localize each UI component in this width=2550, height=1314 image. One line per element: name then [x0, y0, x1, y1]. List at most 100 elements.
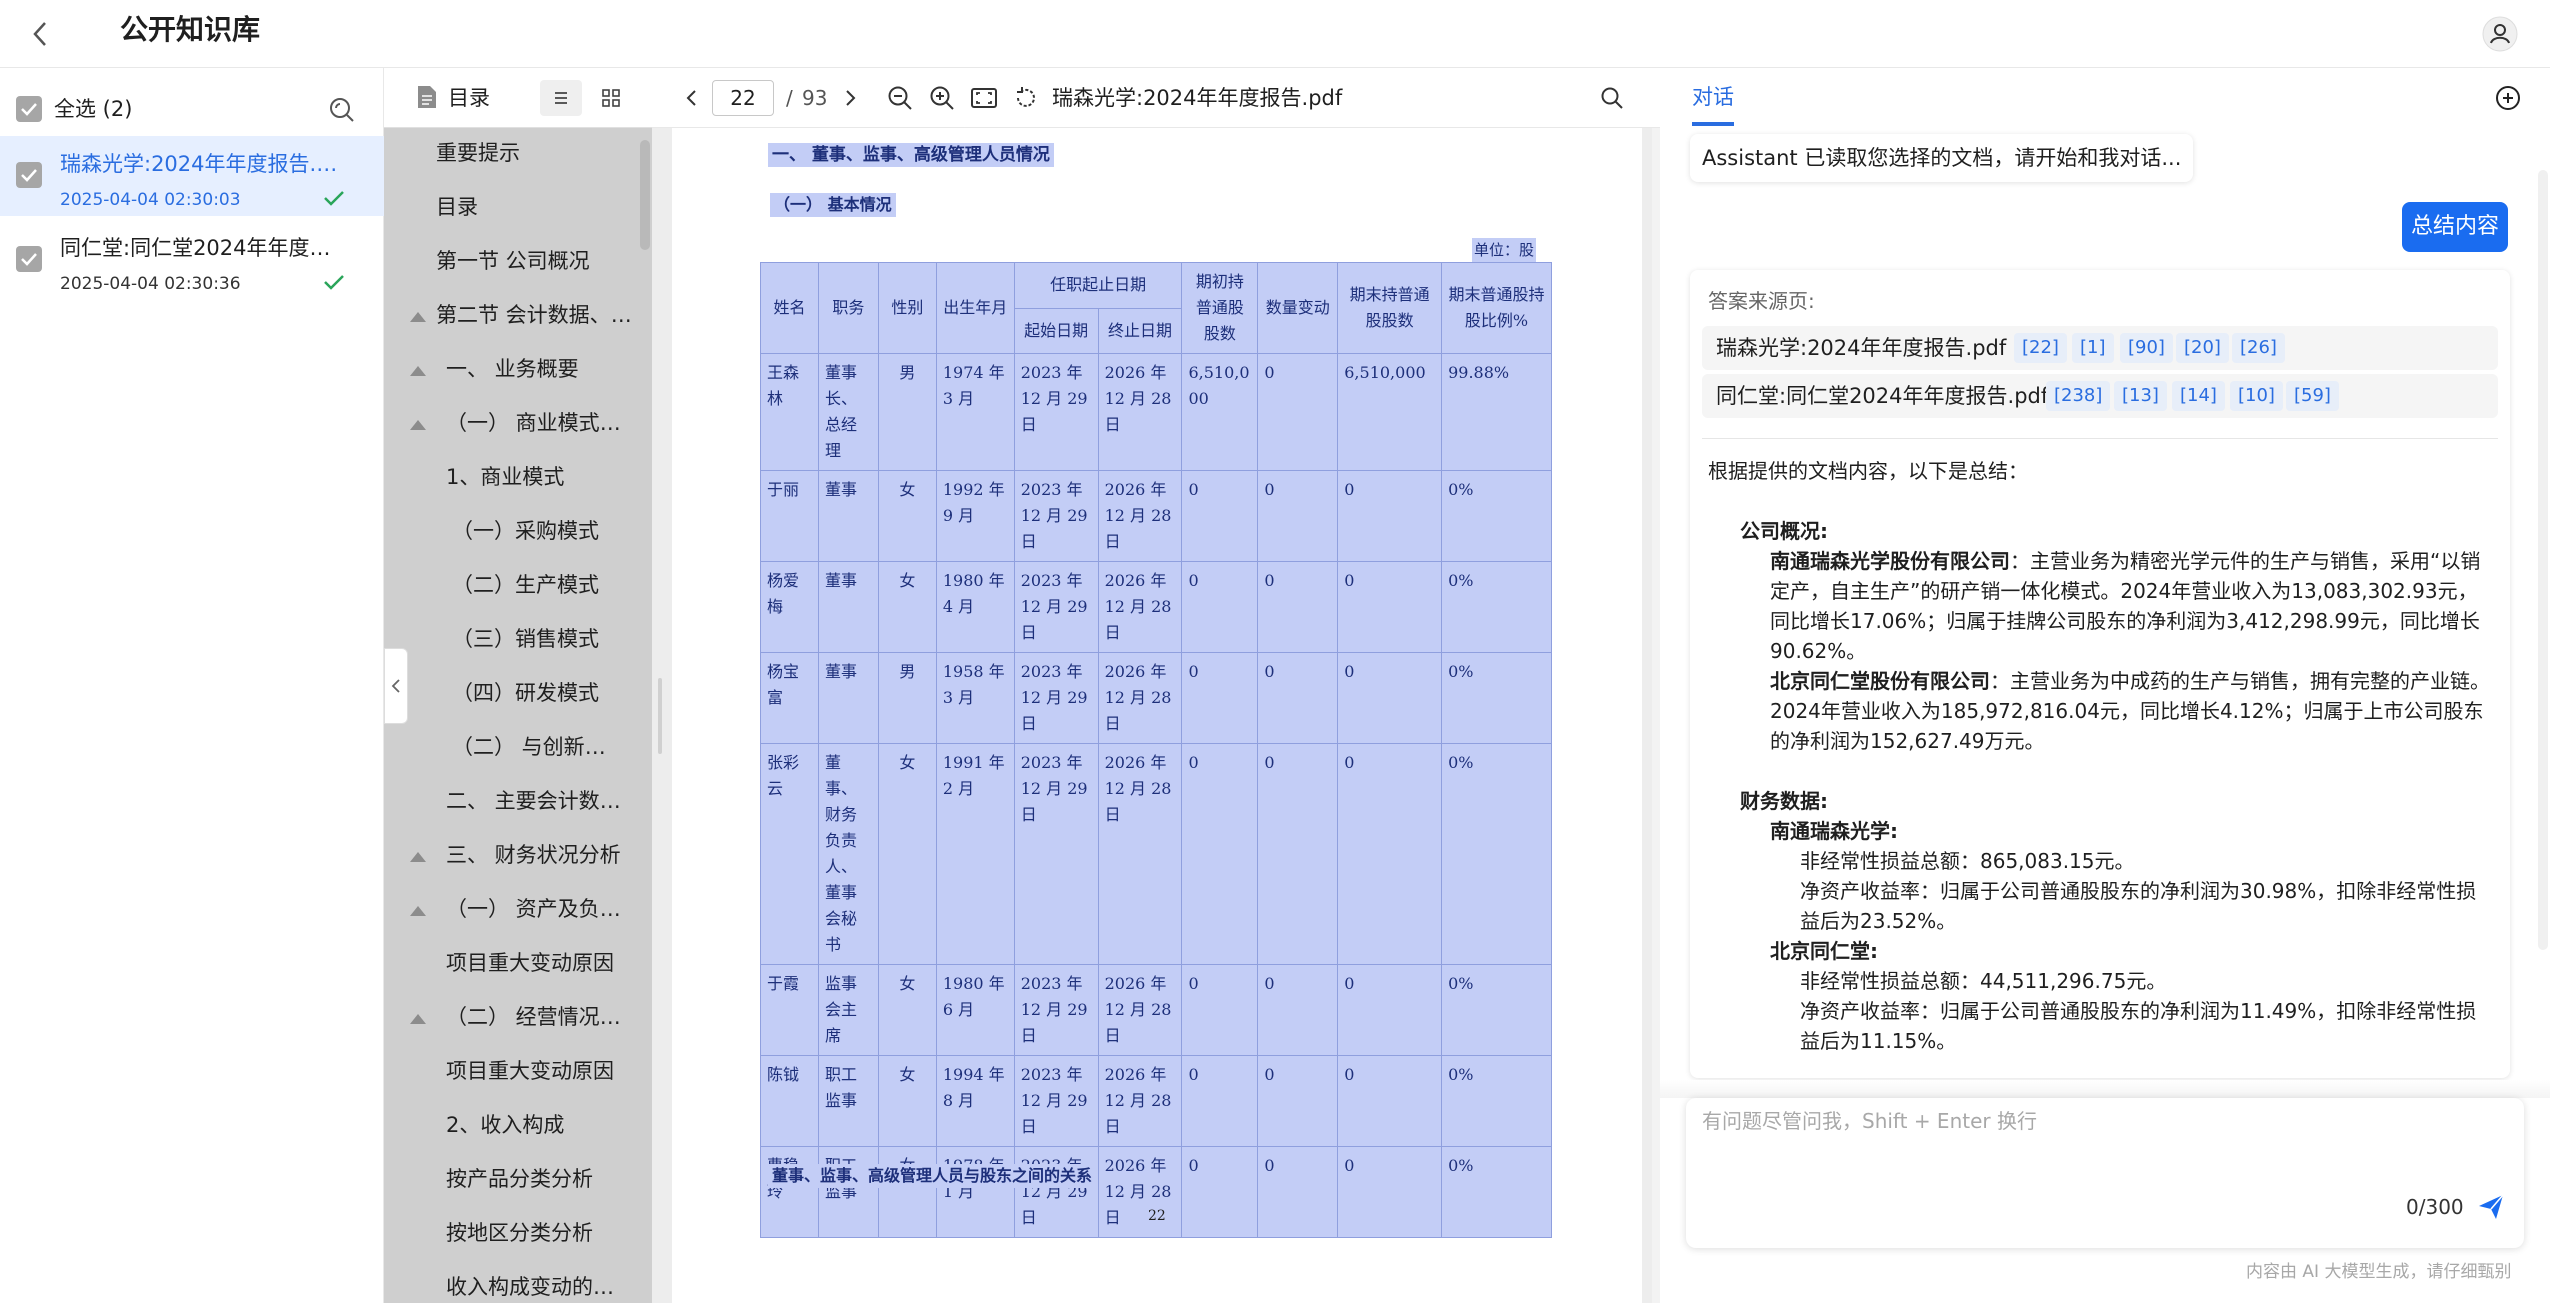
- answer-line: 非经常性损益总额：44,511,296.75元。: [1800, 969, 2167, 993]
- toc-item[interactable]: 第一节 公司概况: [436, 234, 636, 288]
- pdf-unit-label: 单位：股: [1472, 238, 1537, 262]
- toc-item[interactable]: （三）销售模式: [452, 612, 632, 666]
- check-icon: [324, 191, 344, 206]
- toc-item[interactable]: 项目重大变动原因: [446, 1044, 636, 1098]
- divider: [1702, 438, 2498, 439]
- source-page-chip[interactable]: [13]: [2114, 381, 2167, 411]
- source-page-chip[interactable]: [20]: [2176, 333, 2229, 363]
- panel-resize-handle[interactable]: [658, 678, 662, 754]
- zoom-out-icon: [888, 86, 912, 110]
- expand-triangle-icon[interactable]: [410, 312, 426, 322]
- zoom-in-button[interactable]: [926, 82, 958, 114]
- toc-item[interactable]: （四）研发模式: [452, 666, 632, 720]
- table-cell: 0%: [1441, 561, 1552, 653]
- answer-subtitle-text: 南通瑞森光学: [1770, 819, 1890, 843]
- source-page-chip[interactable]: [1]: [2072, 333, 2114, 363]
- chat-scrollbar[interactable]: [2538, 170, 2548, 950]
- rotate-button[interactable]: [1010, 82, 1042, 114]
- checkbox-checked-icon[interactable]: [16, 162, 42, 188]
- next-page-button[interactable]: [834, 82, 866, 114]
- expand-triangle-icon[interactable]: [410, 366, 426, 376]
- toc-item[interactable]: （一） 资产及负债状况分析: [446, 882, 626, 936]
- select-all-checkbox[interactable]: [16, 96, 42, 122]
- checkbox-checked-icon[interactable]: [16, 246, 42, 272]
- pdf-table: 姓名 职务 性别 出生年月 任职起止日期 期初持普通股股数 数量变动 期末持普通…: [760, 262, 1552, 1238]
- answer-intro: 根据提供的文档内容，以下是总结：: [1708, 459, 2028, 483]
- toc-item[interactable]: 一、 业务概要: [446, 342, 636, 396]
- toc-item[interactable]: （二）生产模式: [452, 558, 632, 612]
- table-cell: 0: [1337, 743, 1443, 965]
- source-page-chip[interactable]: [22]: [2014, 333, 2067, 363]
- col-header: 性别: [877, 262, 937, 354]
- expand-triangle-icon[interactable]: [410, 906, 426, 916]
- toc-item[interactable]: 按产品分类分析: [446, 1152, 636, 1206]
- table-cell: 0: [1257, 743, 1339, 965]
- toc-item[interactable]: 二、 主要会计数据和财务指标: [446, 774, 626, 828]
- document-item[interactable]: 瑞森光学:2024年年度报告.pdf 2025-04-04 02:30:03: [0, 136, 384, 216]
- check-icon: [324, 275, 344, 290]
- toc-tab[interactable]: 目录: [416, 82, 490, 112]
- back-button[interactable]: [22, 16, 58, 52]
- fit-screen-button[interactable]: [968, 82, 1000, 114]
- source-page-chip[interactable]: [14]: [2172, 381, 2225, 411]
- toc-item[interactable]: 三、 财务状况分析: [446, 828, 636, 882]
- toc-item[interactable]: 重要提示: [436, 126, 636, 180]
- pdf-search-button[interactable]: [1596, 82, 1628, 114]
- source-page-chip[interactable]: [26]: [2232, 333, 2285, 363]
- document-name: 瑞森光学:2024年年度报告.pdf: [60, 152, 350, 176]
- prev-page-button[interactable]: [676, 82, 708, 114]
- source-page-chip[interactable]: [10]: [2230, 381, 2283, 411]
- table-cell: 2023 年 12 月 29 日: [1013, 743, 1099, 965]
- document-name: 同仁堂:同仁堂2024年年度报告.pdf: [60, 236, 350, 260]
- table-cell: 2026 年 12 月 28 日: [1097, 470, 1183, 562]
- table-cell: 1974 年 3 月: [935, 353, 1015, 471]
- search-icon: [330, 98, 354, 122]
- toc-item[interactable]: 收入构成变动的原因: [446, 1260, 618, 1314]
- expand-triangle-icon[interactable]: [410, 852, 426, 862]
- grid-view-button[interactable]: [590, 80, 632, 116]
- source-page-chip[interactable]: [59]: [2286, 381, 2339, 411]
- col-header: 期末普通股持股比例%: [1441, 262, 1552, 354]
- list-view-button[interactable]: [540, 80, 582, 116]
- table-cell: 0: [1337, 561, 1443, 653]
- toc-item[interactable]: 目录: [436, 180, 636, 234]
- table-cell: 0%: [1441, 743, 1552, 965]
- pdf-scrollbar[interactable]: [1652, 128, 1660, 1303]
- new-chat-button[interactable]: [2494, 84, 2522, 112]
- chat-input-placeholder[interactable]: 有问题尽管问我，Shift + Enter 换行: [1702, 1106, 2037, 1136]
- toc-item[interactable]: （二） 经营情况分析: [446, 990, 626, 1044]
- table-cell: 6,510,000: [1337, 353, 1443, 471]
- table-cell: 0: [1257, 964, 1339, 1056]
- collapse-sidebar-button[interactable]: [384, 648, 408, 724]
- expand-triangle-icon[interactable]: [410, 420, 426, 430]
- toc-item[interactable]: 2、收入构成: [446, 1098, 636, 1152]
- toc-item[interactable]: （一）采购模式: [452, 504, 632, 558]
- source-page-chip[interactable]: [238]: [2046, 381, 2111, 411]
- source-page-chip[interactable]: [90]: [2120, 333, 2173, 363]
- table-cell: 2023 年 12 月 29 日: [1013, 1146, 1099, 1238]
- chat-header: [1660, 68, 2550, 128]
- toc-item[interactable]: 按地区分类分析: [446, 1206, 636, 1260]
- table-cell: 2026 年 12 月 28 日: [1097, 561, 1183, 653]
- toc-item[interactable]: 1、商业模式: [446, 450, 636, 504]
- table-cell: 2026 年 12 月 28 日: [1097, 964, 1183, 1056]
- search-docs-button[interactable]: [328, 96, 356, 124]
- toc-item[interactable]: （一） 商业模式与经营计划: [446, 396, 626, 450]
- col-header: 终止日期: [1097, 307, 1183, 354]
- page-number-input[interactable]: 22: [712, 80, 774, 116]
- user-avatar-button[interactable]: [2478, 12, 2522, 56]
- toc-scrollbar[interactable]: [640, 140, 650, 250]
- zoom-out-button[interactable]: [884, 82, 916, 114]
- toc-item[interactable]: 项目重大变动原因: [446, 936, 636, 990]
- document-item[interactable]: 同仁堂:同仁堂2024年年度报告.pdf 2025-04-04 02:30:36: [0, 220, 384, 300]
- table-cell: 0%: [1441, 1055, 1552, 1147]
- table-cell: 0%: [1441, 964, 1552, 1056]
- table-cell: 1980 年 6 月: [935, 964, 1015, 1056]
- send-button[interactable]: [2476, 1192, 2508, 1224]
- toc-item[interactable]: （二） 与创新属性相关的认定情况: [452, 720, 624, 774]
- tab-chat[interactable]: 对话: [1692, 80, 1734, 114]
- table-cell: 1992 年 9 月: [935, 470, 1015, 562]
- toc-item[interactable]: 第二节 会计数据、财务指标摘要: [436, 288, 636, 342]
- page-separator: /: [786, 86, 793, 110]
- expand-triangle-icon[interactable]: [410, 1014, 426, 1024]
